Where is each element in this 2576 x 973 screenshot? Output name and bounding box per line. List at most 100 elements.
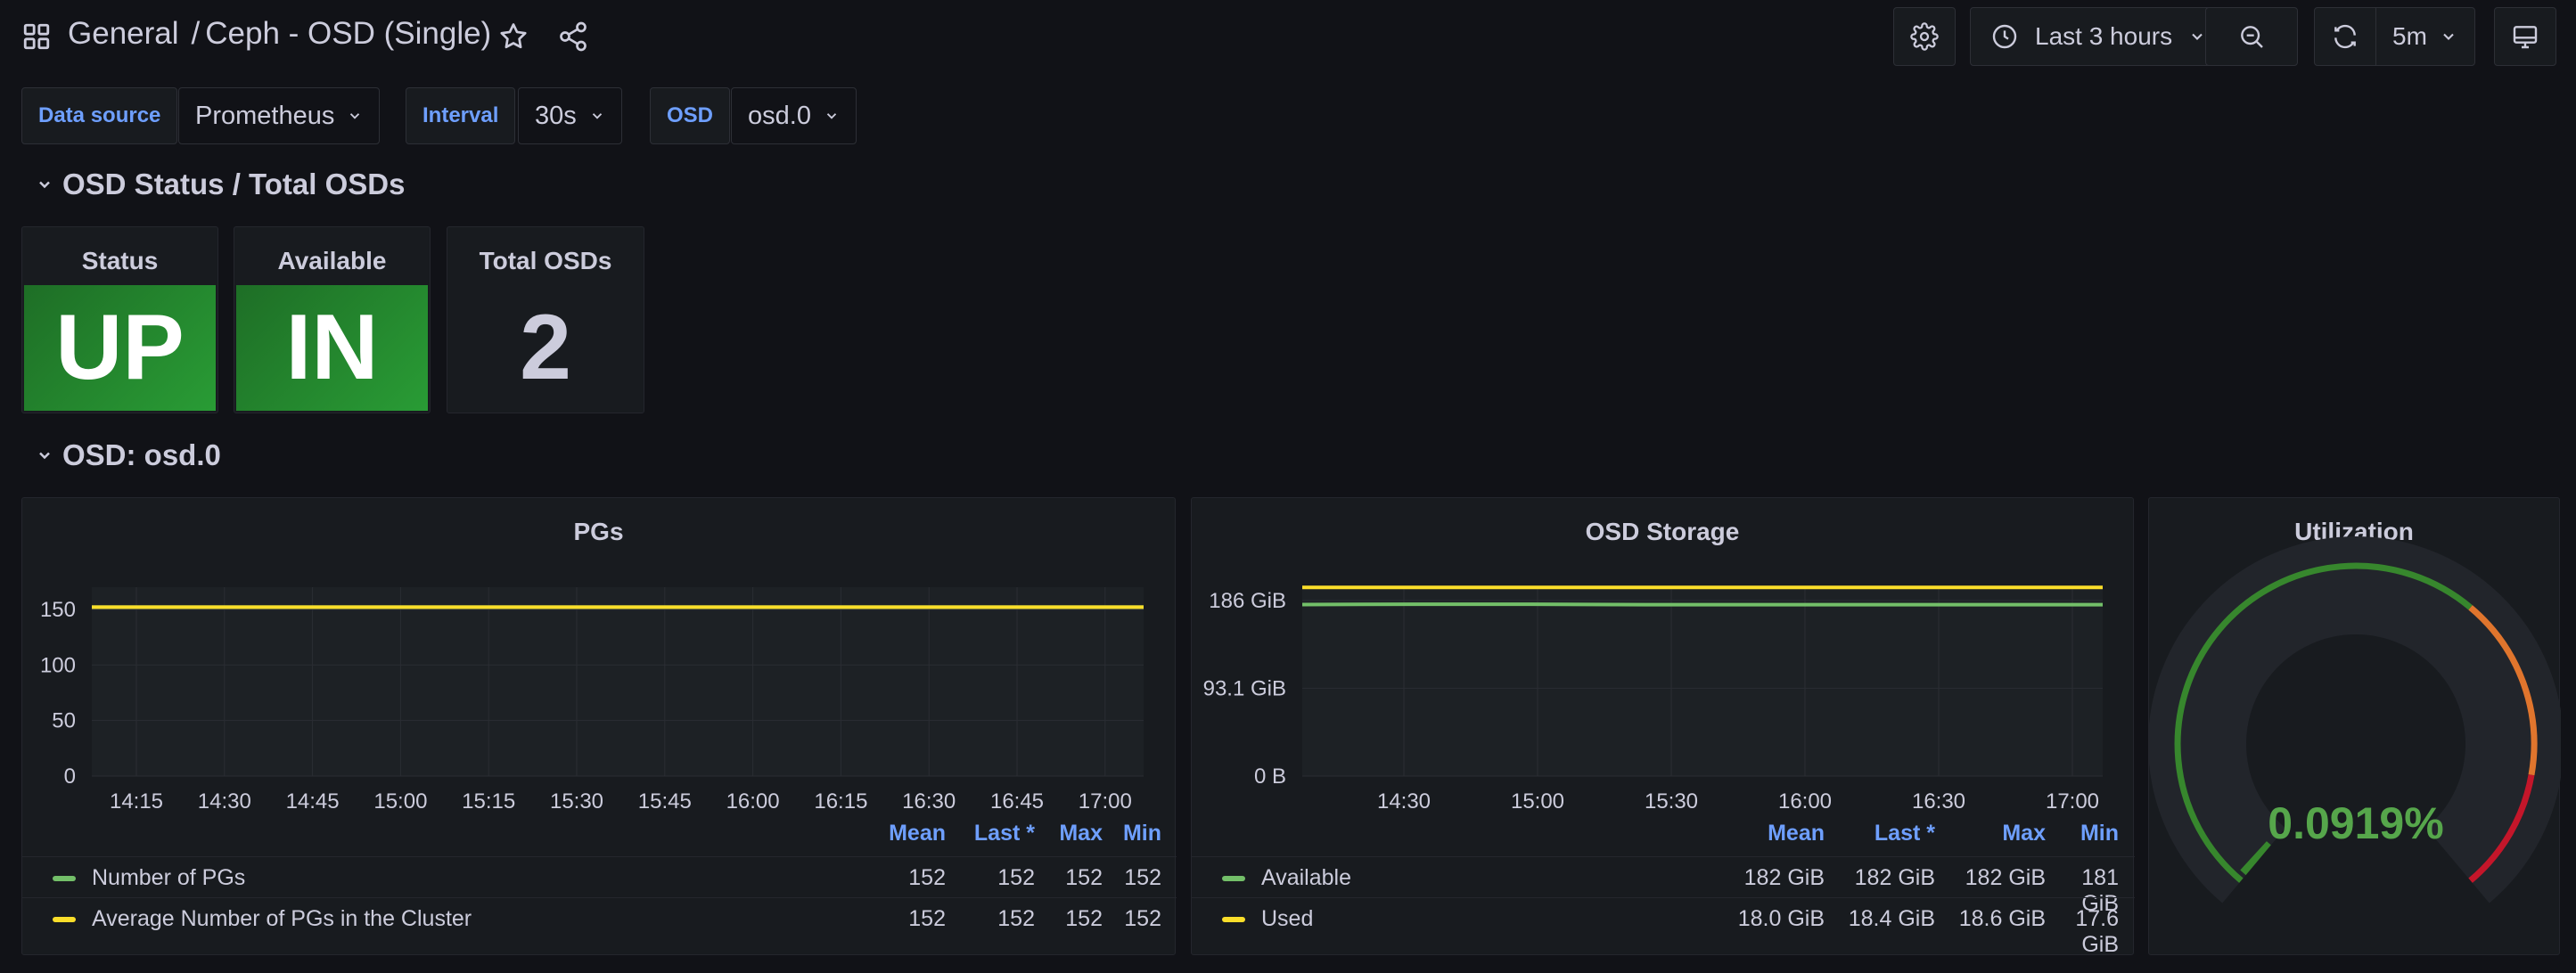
osd-storage-timeseries-chart[interactable]: 14:30 15:00 15:30 16:00 16:30 17:00 0 B 93.1 Gi… <box>1192 498 2135 837</box>
gauge-value-arc <box>2240 840 2271 876</box>
y-tick-label: 100 <box>40 653 76 677</box>
variable-label-osd: OSD <box>650 87 731 144</box>
y-tick-label: 150 <box>40 598 76 622</box>
panel-pgs[interactable]: PGs 14:15 14:30 14:45 15:00 15:15 15:30 15:45 1… <box>21 497 1177 955</box>
legend-mean: 182 GiB <box>1743 865 1825 890</box>
legend-mean: 152 <box>908 906 946 931</box>
tv-mode-button[interactable] <box>2494 7 2556 66</box>
legend-swatch <box>53 917 76 922</box>
legend-row[interactable]: Used 18.0 GiB 18.4 GiB 18.6 GiB 17.6 GiB <box>1192 897 2135 957</box>
y-tick-label: 93.1 GiB <box>1203 676 1286 700</box>
legend-last: 18.4 GiB <box>1848 906 1935 931</box>
legend-row[interactable]: Available 182 GiB 182 GiB 182 GiB 181 Gi… <box>1192 856 2135 916</box>
legend-min: 152 <box>1124 906 1161 931</box>
panel-osd-storage[interactable]: OSD Storage 14:30 15:00 15:30 16:00 16:30 17:… <box>1191 497 2135 957</box>
x-tick-label: 17:00 <box>2046 789 2099 814</box>
legend-row[interactable]: Number of PGs 152 152 152 152 <box>22 856 1177 897</box>
star-icon[interactable] <box>497 20 529 53</box>
legend-mean: 152 <box>908 865 946 890</box>
x-tick-label: 15:00 <box>1511 789 1564 814</box>
legend-swatch <box>1222 876 1245 881</box>
series-line <box>1301 602 2103 607</box>
x-tick-label: 15:30 <box>1645 789 1698 814</box>
osd-value: osd.0 <box>748 101 811 130</box>
time-range-label: Last 3 hours <box>2035 22 2173 50</box>
variable-label-interval: Interval <box>406 87 516 144</box>
apps-grid-icon[interactable] <box>21 21 52 52</box>
refresh-interval-label: 5m <box>2392 22 2427 50</box>
datasource-value: Prometheus <box>195 101 335 130</box>
legend-series-name: Available <box>1261 865 1352 890</box>
interval-select[interactable]: 30s <box>518 87 622 144</box>
panel-title: Total OSDs <box>479 247 612 274</box>
zoom-out-button[interactable] <box>2205 7 2298 66</box>
dashboard-settings-button[interactable] <box>1893 7 1956 66</box>
x-tick-label: 16:00 <box>1778 789 1832 814</box>
x-tick-label: 15:45 <box>638 789 692 814</box>
breadcrumb-separator: / <box>191 16 201 51</box>
legend-swatch <box>53 876 76 881</box>
breadcrumb: General / Ceph - OSD (Single) <box>68 16 491 52</box>
legend-col-last[interactable]: Last * <box>1834 821 1935 846</box>
x-tick-label: 14:15 <box>110 789 163 814</box>
legend-swatch <box>1222 917 1245 922</box>
x-tick-label: 16:30 <box>902 789 956 814</box>
row-header-osd-status[interactable]: OSD Status / Total OSDs <box>36 168 405 201</box>
legend-mean: 18.0 GiB <box>1737 906 1825 931</box>
stat-panel-total-osds[interactable]: Total OSDs 2 <box>447 226 644 413</box>
x-tick-label: 16:00 <box>726 789 780 814</box>
chevron-down-icon <box>350 113 360 119</box>
panel-utilization[interactable]: Utilization 0.0919% <box>2148 497 2561 955</box>
refresh-interval-picker[interactable]: 5m <box>2375 7 2475 66</box>
legend-col-mean[interactable]: Mean <box>842 821 946 846</box>
legend-max: 18.6 GiB <box>1958 906 2046 931</box>
x-tick-label: 17:00 <box>1079 789 1132 814</box>
plot-area <box>92 587 1144 776</box>
stat-panel-status[interactable]: Status UP <box>21 226 218 413</box>
legend-max: 152 <box>1065 906 1103 931</box>
chevron-down-icon <box>2443 33 2454 40</box>
row-header-osd[interactable]: OSD: osd.0 <box>36 438 221 472</box>
gear-icon <box>1910 22 1939 51</box>
utilization-gauge: 0.0919% <box>2149 536 2561 904</box>
osd-storage-legend: Mean Last * Max Min Available 182 GiB 18… <box>1192 812 2135 957</box>
zoom-out-icon <box>2241 26 2263 48</box>
chevron-down-icon <box>39 181 50 189</box>
chevron-down-icon <box>2192 33 2203 40</box>
stat-value: 2 <box>520 296 571 399</box>
legend-max: 152 <box>1065 865 1103 890</box>
legend-row[interactable]: Average Number of PGs in the Cluster 152… <box>22 897 1177 938</box>
legend-min: 17.6 GiB <box>2075 906 2119 957</box>
refresh-button[interactable] <box>2314 7 2376 66</box>
refresh-icon <box>2334 24 2356 49</box>
breadcrumb-folder[interactable]: General <box>68 16 179 51</box>
legend-last: 152 <box>997 865 1035 890</box>
legend-col-last[interactable]: Last * <box>949 821 1035 846</box>
monitor-icon <box>2513 26 2538 49</box>
legend-last: 152 <box>997 906 1035 931</box>
osd-select[interactable]: osd.0 <box>731 87 857 144</box>
x-tick-label: 14:30 <box>1377 789 1431 814</box>
chevron-down-icon <box>592 113 602 119</box>
dashboard-title[interactable]: Ceph - OSD (Single) <box>205 16 491 51</box>
row-title: OSD Status / Total OSDs <box>62 168 406 200</box>
legend-col-min[interactable]: Min <box>2047 821 2119 846</box>
stat-panel-available[interactable]: Available IN <box>234 226 431 413</box>
legend-min: 152 <box>1124 865 1161 890</box>
legend-col-mean[interactable]: Mean <box>1691 821 1825 846</box>
legend-col-min[interactable]: Min <box>1106 821 1161 846</box>
datasource-select[interactable]: Prometheus <box>178 87 381 144</box>
x-tick-label: 14:30 <box>198 789 251 814</box>
row-title: OSD: osd.0 <box>62 438 221 471</box>
legend-series-name: Average Number of PGs in the Cluster <box>92 906 472 931</box>
legend-max: 182 GiB <box>1965 865 2046 890</box>
time-range-picker[interactable]: Last 3 hours <box>1970 7 2218 66</box>
y-tick-label: 186 GiB <box>1209 589 1286 613</box>
pgs-timeseries-chart[interactable]: 14:15 14:30 14:45 15:00 15:15 15:30 15:45 16:00… <box>22 498 1177 837</box>
legend-col-max[interactable]: Max <box>1940 821 2046 846</box>
legend-col-max[interactable]: Max <box>1038 821 1103 846</box>
share-icon[interactable] <box>557 20 589 53</box>
legend-last: 182 GiB <box>1854 865 1935 890</box>
stat-value: IN <box>236 285 428 411</box>
y-tick-label: 50 <box>52 709 76 733</box>
